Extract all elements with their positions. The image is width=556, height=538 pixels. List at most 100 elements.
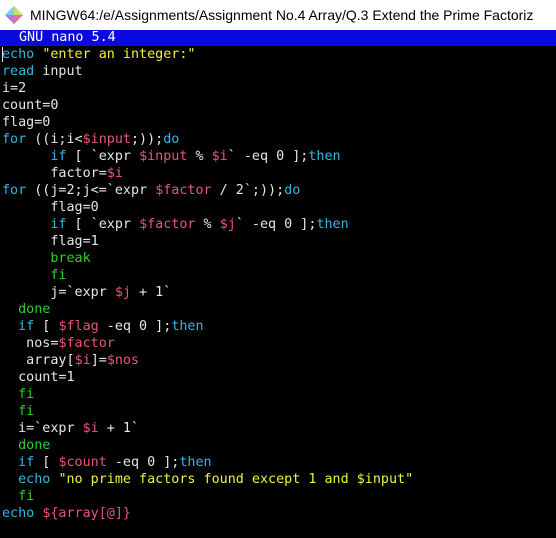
code-token: $i [106,166,123,181]
code-token: echo [2,47,35,62]
code-line: count=0 [2,97,554,114]
code-token: if [18,455,35,470]
code-editor[interactable]: echo "enter an integer:" read input i=2 cou… [2,46,554,526]
code-token: $j [114,285,131,300]
code-token: $count [58,455,107,470]
code-token: done [18,438,51,453]
code-line: if [ $flag -eq 0 ];then [2,318,554,335]
code-token: do [163,132,180,147]
code-token: if [50,217,67,232]
code-token: $flag [58,319,99,334]
code-line: read input [2,63,554,80]
code-token: fi [18,489,35,504]
code-line: done [2,301,554,318]
code-token: read [2,64,35,79]
code-token: $factor [139,217,196,232]
code-token: array[ [2,353,75,368]
code-token: -eq 0 ]; [98,319,172,334]
code-token: if [18,319,35,334]
code-line: fi [2,267,554,284]
code-token: if [50,149,67,164]
code-token: echo [18,472,51,487]
code-line: i=2 [2,80,554,97]
code-line: for ((j=2;j<=`expr $factor / 2`;));do [2,182,554,199]
code-token: + 1` [98,421,140,436]
code-token: ]= [90,353,107,368]
window-title: MINGW64:/e/Assignments/Assignment No.4 A… [30,7,534,23]
code-token: fi [18,404,35,419]
code-line: echo ${array[@]} [2,505,554,522]
code-line: flag=1 [2,233,554,250]
window-titlebar[interactable]: MINGW64:/e/Assignments/Assignment No.4 A… [0,0,556,30]
code-token: do [284,183,301,198]
code-token: for [2,183,27,198]
code-line: fi [2,488,554,505]
code-token: break [50,251,91,266]
nano-header-bar: GNU nano 5.4 [0,30,556,46]
code-token: done [18,302,51,317]
code-line: echo "enter an integer:" [2,46,554,63]
code-token: flag=0 [2,200,99,215]
code-line: done [2,437,554,454]
code-token: % [195,217,220,232]
code-line: fi [2,386,554,403]
code-token: factor= [2,166,107,181]
code-token: ;)); [131,132,164,147]
code-line: count=1 [2,369,554,386]
code-token: i=`expr [2,421,83,436]
code-token: flag=1 [2,234,99,249]
code-line: i=`expr $i + 1` [2,420,554,437]
code-token: $input [82,132,131,147]
code-token: count=0 [2,98,59,113]
mingw-diamond-icon [5,6,23,24]
code-token: then [171,319,204,334]
code-token: count=1 [2,370,75,385]
code-token: for [2,132,27,147]
code-token: [ [34,319,59,334]
code-line: fi [2,403,554,420]
code-token: $i [74,353,91,368]
code-line: flag=0 [2,114,554,131]
nano-version-title: GNU nano 5.4 [19,30,116,45]
code-token: ` -eq 0 ]; [227,149,309,164]
code-token: then [316,217,349,232]
code-token: fi [50,268,67,283]
code-token: ((i;i< [26,132,83,147]
code-token: + 1` [131,285,172,300]
code-token: input [34,64,83,79]
code-token: -eq 0 ]; [106,455,180,470]
code-line: for ((i;i<$input;));do [2,131,554,148]
code-line: array[$i]=$nos [2,352,554,369]
code-line: if [ `expr $input % $i` -eq 0 ];then [2,148,554,165]
code-line: break [2,250,554,267]
code-token: then [308,149,341,164]
code-token: $input [139,149,188,164]
code-token: nos= [2,336,59,351]
code-line: if [ `expr $factor % $j` -eq 0 ];then [2,216,554,233]
code-token: j=`expr [2,285,115,300]
code-token: echo [2,506,35,521]
code-token: [ `expr [66,149,140,164]
code-line: j=`expr $j + 1` [2,284,554,301]
code-line: nos=$factor [2,335,554,352]
code-token: fi [18,387,35,402]
code-token: "enter an integer:" [42,47,196,62]
code-token: % [187,149,212,164]
code-line: echo "no prime factors found except 1 an… [2,471,554,488]
code-token: $factor [155,183,212,198]
code-token: / 2`;)); [211,183,285,198]
code-token: i=2 [2,81,27,96]
code-token: $j [219,217,236,232]
code-line: flag=0 [2,199,554,216]
